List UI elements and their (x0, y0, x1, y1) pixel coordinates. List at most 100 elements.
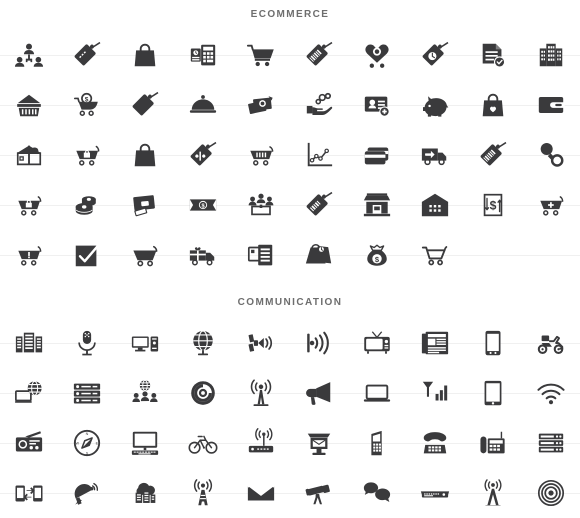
global-users-icon[interactable] (116, 368, 174, 418)
shopping-bag-icon[interactable] (116, 30, 174, 80)
wifi-router-icon[interactable] (232, 418, 290, 468)
section-communication: COMMUNICATION N S W E (0, 288, 580, 518)
server-stack-icon[interactable] (522, 418, 580, 468)
percent-tag-icon[interactable] (174, 130, 232, 180)
globe-icon[interactable] (174, 318, 232, 368)
radio-tower-icon[interactable] (464, 468, 522, 518)
modem-icon[interactable] (406, 468, 464, 518)
hand-coins-icon[interactable] (290, 80, 348, 130)
megaphone-icon[interactable] (290, 368, 348, 418)
icon-row (0, 130, 580, 180)
wallet-icon[interactable] (522, 80, 580, 130)
satellite-dish-icon[interactable] (58, 468, 116, 518)
tag-barcode-3-icon[interactable] (290, 180, 348, 230)
tablet-icon[interactable] (464, 368, 522, 418)
gift-bag-icon[interactable] (464, 80, 522, 130)
tag-clock-icon[interactable] (406, 30, 464, 80)
food-cloche-icon[interactable] (174, 80, 232, 130)
microphone-icon[interactable] (58, 318, 116, 368)
document-check-icon[interactable] (464, 30, 522, 80)
desktop-computer-icon[interactable] (116, 318, 174, 368)
add-contact-card-icon[interactable] (348, 80, 406, 130)
cart-lock-icon[interactable] (0, 180, 58, 230)
line-chart-icon[interactable] (290, 130, 348, 180)
icon-set-page: ECOMMERCE $ $ $ $ COMMUNICATION N S W E (0, 0, 580, 516)
envelope-icon[interactable] (232, 468, 290, 518)
warehouse-icon[interactable] (406, 180, 464, 230)
open-box-icon[interactable] (0, 130, 58, 180)
cards-mail-icon[interactable] (116, 180, 174, 230)
cart-alert-icon[interactable] (0, 230, 58, 280)
telescope-icon[interactable] (290, 468, 348, 518)
signal-bars-icon[interactable] (406, 368, 464, 418)
tag-icon[interactable] (116, 80, 174, 130)
cordless-phone-icon[interactable] (464, 418, 522, 468)
radar-globe-icon[interactable] (174, 368, 232, 418)
section-title-communication: COMMUNICATION (237, 297, 343, 308)
coin-stack-icon[interactable] (58, 180, 116, 230)
shopping-bags-icon[interactable] (290, 230, 348, 280)
broadcast-signal-icon[interactable] (290, 318, 348, 368)
search-tag-icon[interactable] (522, 130, 580, 180)
telephone-icon[interactable] (406, 418, 464, 468)
section-title-ecommerce: ECOMMERCE (250, 9, 330, 20)
radio-icon[interactable] (0, 418, 58, 468)
cart-empty-icon[interactable] (116, 230, 174, 280)
satellite-icon[interactable] (232, 318, 290, 368)
cash-register-icon[interactable] (174, 30, 232, 80)
delivery-motorcycle-icon[interactable] (522, 318, 580, 368)
money-bills-icon[interactable] (232, 80, 290, 130)
shopping-cart-icon[interactable] (232, 30, 290, 80)
laptop-globe-icon[interactable] (0, 368, 58, 418)
antenna-tower-icon[interactable] (232, 368, 290, 418)
cart-outline-icon[interactable] (406, 230, 464, 280)
money-bag-icon[interactable]: $ (348, 230, 406, 280)
meeting-group-icon[interactable] (232, 180, 290, 230)
svg-text:$: $ (85, 96, 89, 103)
chat-bubbles-icon[interactable] (348, 468, 406, 518)
cloud-server-icon[interactable] (116, 468, 174, 518)
office-buildings-icon[interactable] (522, 30, 580, 80)
monitor-keyboard-icon[interactable] (116, 418, 174, 468)
cart-full-icon[interactable] (232, 130, 290, 180)
barcode-tag-2-icon[interactable] (464, 130, 522, 180)
phone-transfer-icon[interactable] (0, 468, 58, 518)
cart-coin-icon[interactable]: $ (58, 80, 116, 130)
gift-truck-icon[interactable] (174, 230, 232, 280)
radar-target-icon[interactable] (522, 468, 580, 518)
newspaper-icon[interactable] (406, 318, 464, 368)
cell-tower-icon[interactable] (174, 468, 232, 518)
shopping-basket-icon[interactable] (0, 80, 58, 130)
laptop-icon[interactable] (348, 368, 406, 418)
barcode-tag-icon[interactable] (290, 30, 348, 80)
document-list-icon[interactable] (232, 230, 290, 280)
server-rack-icon[interactable] (58, 368, 116, 418)
cart-plus-icon[interactable] (522, 180, 580, 230)
wifi-icon[interactable] (522, 368, 580, 418)
mailbox-icon[interactable] (290, 418, 348, 468)
television-icon[interactable] (348, 318, 406, 368)
svg-text:$: $ (490, 199, 497, 213)
icon-row: NSWE (0, 418, 580, 468)
credit-cards-icon[interactable] (348, 130, 406, 180)
checkbox-checked-icon[interactable] (58, 230, 116, 280)
delivery-truck-icon[interactable] (406, 130, 464, 180)
icon-row: $ (0, 230, 580, 280)
storefront-icon[interactable] (348, 180, 406, 230)
bicycle-icon[interactable] (174, 418, 232, 468)
mobile-phone-icon[interactable] (348, 418, 406, 468)
wishlist-cart-icon[interactable] (348, 30, 406, 80)
price-tag-icon[interactable] (58, 30, 116, 80)
icon-row (0, 368, 580, 418)
cart-bag-icon[interactable] (58, 130, 116, 180)
empty-slot (464, 230, 522, 280)
compass-icon[interactable]: NSWE (58, 418, 116, 468)
handbag-icon[interactable] (116, 130, 174, 180)
servers-icon[interactable] (0, 318, 58, 368)
invoice-dollar-icon[interactable]: $ (464, 180, 522, 230)
smartphone-icon[interactable] (464, 318, 522, 368)
piggy-bank-icon[interactable] (406, 80, 464, 130)
users-network-icon[interactable] (0, 30, 58, 80)
icon-row (0, 318, 580, 368)
banknote-icon[interactable]: $ (174, 180, 232, 230)
